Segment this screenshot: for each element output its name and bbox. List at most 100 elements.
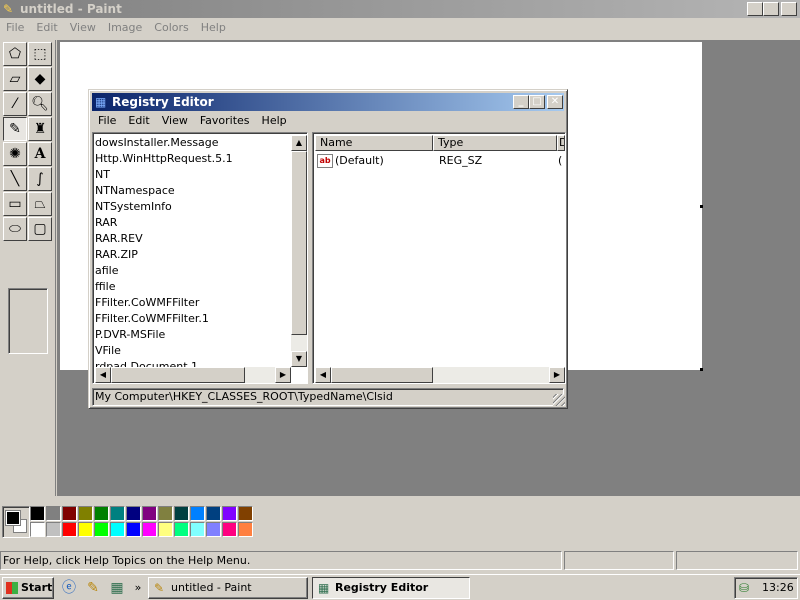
tree-hscroll-thumb[interactable] <box>111 367 245 383</box>
palette-color-swatch[interactable] <box>222 506 237 521</box>
palette-color-swatch[interactable] <box>174 506 189 521</box>
resize-handle-corner[interactable] <box>700 368 703 371</box>
palette-color-swatch[interactable] <box>190 506 205 521</box>
palette-color-swatch[interactable] <box>238 522 253 537</box>
scroll-left-arrow-icon[interactable]: ◀ <box>315 367 331 383</box>
regedit-menu-favorites[interactable]: Favorites <box>194 112 256 130</box>
regedit-maximize-button[interactable]: □ <box>529 95 545 109</box>
ellipse-tool[interactable]: ⬭ <box>3 217 27 241</box>
paint-menu-help[interactable]: Help <box>195 19 232 37</box>
scroll-left-arrow-icon[interactable]: ◀ <box>95 367 111 383</box>
tree-horizontal-scrollbar[interactable]: ◀ ▶ <box>95 367 291 383</box>
line-tool[interactable]: ╲ <box>3 167 27 191</box>
palette-color-swatch[interactable] <box>126 506 141 521</box>
polygon-tool[interactable]: ⏢ <box>28 192 52 216</box>
palette-color-swatch[interactable] <box>126 522 141 537</box>
tree-key-item[interactable]: Http.WinHttpRequest.5.1 <box>95 151 289 167</box>
eraser-tool[interactable]: ▱ <box>3 67 27 91</box>
paint-quicklaunch-icon[interactable]: ✎ <box>84 579 102 597</box>
registry-values-list[interactable]: Name Type D ab (Default) REG_SZ ( ◀ ▶ <box>312 132 566 384</box>
brush-tool[interactable]: ♜ <box>28 117 52 141</box>
rect-select-tool[interactable]: ⬚ <box>28 42 52 66</box>
pencil-tool[interactable]: ✎ <box>3 117 27 141</box>
magnifier-tool[interactable]: 🔍︎ <box>28 92 52 116</box>
fill-bucket-tool[interactable]: ◆ <box>28 67 52 91</box>
start-button[interactable]: Start <box>2 577 54 599</box>
taskbar-button-paint[interactable]: ✎ untitled - Paint <box>148 577 308 599</box>
taskbar-button-regedit[interactable]: ▦ Registry Editor <box>312 577 470 599</box>
tree-key-item[interactable]: NTNamespace <box>95 183 289 199</box>
tree-key-item[interactable]: ffile <box>95 279 289 295</box>
tree-vscroll-thumb[interactable] <box>291 151 307 335</box>
tree-key-item[interactable]: RAR.ZIP <box>95 247 289 263</box>
paint-menu-image[interactable]: Image <box>102 19 148 37</box>
palette-color-swatch[interactable] <box>174 522 189 537</box>
values-horizontal-scrollbar[interactable]: ◀ ▶ <box>315 367 565 383</box>
palette-color-swatch[interactable] <box>158 522 173 537</box>
tree-key-item[interactable]: RAR.REV <box>95 231 289 247</box>
palette-color-swatch[interactable] <box>110 506 125 521</box>
palette-color-swatch[interactable] <box>94 522 109 537</box>
tree-key-item[interactable]: dowsInstaller.Message <box>95 135 289 151</box>
palette-color-swatch[interactable] <box>46 522 61 537</box>
palette-color-swatch[interactable] <box>190 522 205 537</box>
values-hscroll-thumb[interactable] <box>331 367 433 383</box>
regedit-title-bar[interactable]: ▦ Registry Editor _ □ ✕ <box>92 93 564 111</box>
value-row[interactable]: ab (Default) REG_SZ ( <box>317 153 563 169</box>
tree-key-item[interactable]: NTSystemInfo <box>95 199 289 215</box>
palette-color-swatch[interactable] <box>238 506 253 521</box>
internet-explorer-icon[interactable]: ⓔ <box>60 579 78 597</box>
palette-color-swatch[interactable] <box>94 506 109 521</box>
column-header-type[interactable]: Type <box>433 135 557 151</box>
paint-menu-view[interactable]: View <box>64 19 102 37</box>
regedit-close-button[interactable]: ✕ <box>547 95 563 109</box>
curve-tool[interactable]: ∫ <box>28 167 52 191</box>
palette-color-swatch[interactable] <box>78 506 93 521</box>
rounded-rect-tool[interactable]: ▢ <box>28 217 52 241</box>
free-form-select-tool[interactable]: ⬠ <box>3 42 27 66</box>
paint-menu-colors[interactable]: Colors <box>148 19 194 37</box>
rectangle-tool[interactable]: ▭ <box>3 192 27 216</box>
palette-color-swatch[interactable] <box>62 522 77 537</box>
palette-color-swatch[interactable] <box>30 522 45 537</box>
palette-color-swatch[interactable] <box>206 522 221 537</box>
palette-color-swatch[interactable] <box>110 522 125 537</box>
resize-handle-right[interactable] <box>700 205 703 208</box>
regedit-quicklaunch-icon[interactable]: ▦ <box>108 579 126 597</box>
tree-key-item[interactable]: RAR <box>95 215 289 231</box>
paint-close-button[interactable]: ✕ <box>781 2 797 16</box>
palette-color-swatch[interactable] <box>158 506 173 521</box>
paint-restore-button[interactable]: ❐ <box>763 2 779 16</box>
quicklaunch-chevron-icon[interactable]: » <box>132 579 144 597</box>
scroll-right-arrow-icon[interactable]: ▶ <box>275 367 291 383</box>
tree-key-item[interactable]: NT <box>95 167 289 183</box>
palette-color-swatch[interactable] <box>142 522 157 537</box>
tree-key-item[interactable]: VFile <box>95 343 289 359</box>
scroll-up-arrow-icon[interactable]: ▲ <box>291 135 307 151</box>
registry-key-tree[interactable]: dowsInstaller.Message Http.WinHttpRequest… <box>92 132 308 384</box>
regedit-menu-file[interactable]: File <box>92 112 122 130</box>
foreground-color-swatch[interactable] <box>5 510 21 526</box>
palette-color-swatch[interactable] <box>78 522 93 537</box>
network-tray-icon[interactable]: ⛁ <box>739 578 749 598</box>
tree-key-item[interactable]: FFilter.CoWMFFilter <box>95 295 289 311</box>
column-header-name[interactable]: Name <box>315 135 433 151</box>
tree-vertical-scrollbar[interactable]: ▲ ▼ <box>291 135 307 367</box>
regedit-menu-view[interactable]: View <box>156 112 194 130</box>
text-tool[interactable]: A <box>28 142 52 166</box>
palette-color-swatch[interactable] <box>30 506 45 521</box>
paint-menu-edit[interactable]: Edit <box>30 19 63 37</box>
palette-color-swatch[interactable] <box>142 506 157 521</box>
palette-color-swatch[interactable] <box>46 506 61 521</box>
tree-key-item[interactable]: afile <box>95 263 289 279</box>
regedit-app-icon[interactable]: ▦ <box>95 95 106 109</box>
scroll-down-arrow-icon[interactable]: ▼ <box>291 351 307 367</box>
tree-key-item[interactable]: rdpad.Document.1 <box>95 359 289 367</box>
paint-title-bar[interactable]: ✎ untitled - Paint _ ❐ ✕ <box>0 0 800 18</box>
airbrush-tool[interactable]: ✺ <box>3 142 27 166</box>
palette-color-swatch[interactable] <box>62 506 77 521</box>
clock[interactable]: 13:26 <box>762 578 794 598</box>
palette-color-swatch[interactable] <box>222 522 237 537</box>
color-picker-tool[interactable]: ⁄ <box>3 92 27 116</box>
paint-minimize-button[interactable]: _ <box>747 2 763 16</box>
